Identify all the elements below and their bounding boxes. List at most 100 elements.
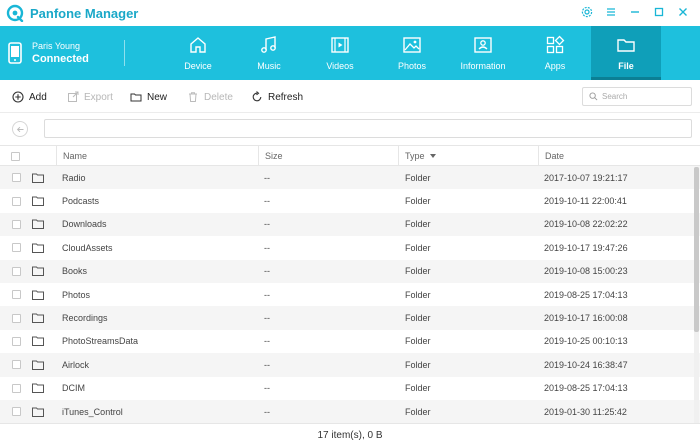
- file-size: --: [264, 289, 270, 300]
- column-header-name[interactable]: Name: [56, 146, 258, 166]
- delete-label: Delete: [204, 91, 233, 103]
- back-button[interactable]: [12, 121, 28, 137]
- file-size: --: [264, 266, 270, 277]
- table-row[interactable]: Books -- Folder 2019-10-08 15:00:23: [0, 259, 700, 283]
- row-checkbox[interactable]: [12, 219, 21, 229]
- minimize-icon: [631, 11, 639, 13]
- tab-label: Photos: [397, 61, 427, 71]
- row-checkbox[interactable]: [12, 173, 21, 183]
- close-button[interactable]: [674, 3, 692, 21]
- file-date: 2019-01-30 11:25:42: [544, 406, 627, 417]
- file-name: Airlock: [62, 359, 90, 370]
- table-row[interactable]: Podcasts -- Folder 2019-10-11 22:00:41: [0, 189, 700, 212]
- row-checkbox[interactable]: [12, 336, 21, 346]
- file-name: CloudAssets: [62, 242, 113, 253]
- minimize-button[interactable]: [626, 3, 644, 21]
- tab-information[interactable]: Information: [448, 26, 518, 80]
- row-icon-cell: [32, 283, 44, 306]
- row-checkbox[interactable]: [12, 266, 21, 276]
- tab-videos[interactable]: Videos: [305, 26, 375, 80]
- folder-icon: [32, 383, 44, 394]
- vertical-scrollbar[interactable]: [694, 167, 699, 423]
- path-input[interactable]: [44, 119, 692, 138]
- table-row[interactable]: Radio -- Folder 2017-10-07 19:21:17: [0, 166, 700, 190]
- tab-photos[interactable]: Photos: [377, 26, 447, 80]
- row-checkbox[interactable]: [12, 407, 21, 417]
- file-date: 2019-10-25 00:10:13: [544, 336, 628, 347]
- film-icon: [331, 37, 349, 53]
- table-row[interactable]: PhotoStreamsData -- Folder 2019-10-25 00:10…: [0, 330, 700, 353]
- folder-icon: [32, 173, 44, 183]
- row-checkbox[interactable]: [12, 313, 21, 323]
- select-all-checkbox[interactable]: [11, 151, 20, 161]
- table-row[interactable]: CloudAssets -- Folder 2019-10-17 19:47:26: [0, 236, 700, 259]
- tab-device[interactable]: Device: [163, 26, 233, 80]
- search-input[interactable]: [602, 92, 690, 101]
- scrollbar-thumb[interactable]: [694, 167, 699, 332]
- file-date: 2019-08-25 17:04:13: [544, 289, 628, 300]
- trash-icon: [189, 92, 197, 102]
- file-name: Radio: [62, 172, 86, 183]
- folder-icon: [32, 243, 44, 253]
- search-icon: [589, 92, 598, 101]
- app-title: Panfone Manager: [30, 5, 139, 21]
- file-size: --: [264, 219, 270, 230]
- file-size: --: [264, 359, 270, 370]
- column-header-type[interactable]: Type: [398, 146, 538, 166]
- row-checkbox[interactable]: [12, 196, 21, 206]
- row-icon-cell: [32, 377, 44, 400]
- column-header-date[interactable]: Date: [538, 146, 694, 166]
- file-type: Folder: [405, 359, 431, 370]
- file-name: Recordings: [62, 313, 108, 324]
- arrow-left-icon: [16, 126, 23, 132]
- add-button[interactable]: Add: [12, 91, 47, 103]
- row-checkbox[interactable]: [12, 383, 21, 393]
- folder-icon: [32, 360, 44, 370]
- device-status: Connected: [32, 53, 89, 65]
- device-info[interactable]: Paris Young Connected: [8, 26, 89, 80]
- row-checkbox[interactable]: [12, 360, 21, 370]
- folder-icon: [32, 407, 44, 417]
- delete-button[interactable]: Delete: [187, 91, 233, 103]
- folder-icon: [32, 313, 44, 324]
- tab-music[interactable]: Music: [234, 26, 304, 80]
- file-date: 2019-10-08 15:00:23: [544, 266, 628, 277]
- file-size: --: [264, 242, 270, 253]
- app-logo-icon: [6, 4, 24, 22]
- maximize-button[interactable]: [650, 3, 668, 21]
- tab-apps[interactable]: Apps: [520, 26, 590, 80]
- main-nav-bar: Paris Young Connected Device Music Video…: [0, 26, 700, 80]
- file-name: PhotoStreamsData: [62, 336, 139, 347]
- table-row[interactable]: DCIM -- Folder 2019-08-25 17:04:13: [0, 377, 700, 400]
- file-type: Folder: [405, 266, 431, 277]
- refresh-icon: [252, 91, 262, 102]
- new-folder-button[interactable]: New: [130, 91, 167, 103]
- new-label: New: [147, 91, 168, 103]
- table-row[interactable]: Photos -- Folder 2019-08-25 17:04:13: [0, 283, 700, 306]
- tab-label: Videos: [326, 61, 354, 71]
- file-name: DCIM: [62, 383, 85, 394]
- row-checkbox[interactable]: [12, 290, 21, 300]
- folder-icon: [32, 266, 44, 277]
- table-row[interactable]: Recordings -- Folder 2019-10-17 16:00:08: [0, 306, 700, 330]
- folder-icon: [32, 290, 44, 300]
- row-checkbox[interactable]: [12, 243, 21, 253]
- column-header-size[interactable]: Size: [258, 146, 398, 166]
- settings-button[interactable]: [578, 3, 596, 21]
- phone-icon: [8, 42, 22, 64]
- file-date: 2019-10-17 16:00:08: [544, 313, 628, 324]
- table-row[interactable]: Airlock -- Folder 2019-10-24 16:38:47: [0, 353, 700, 377]
- refresh-button[interactable]: Refresh: [251, 91, 303, 103]
- row-checkbox-cell: [12, 377, 21, 400]
- table-row[interactable]: iTunes_Control -- Folder 2019-01-30 11:25:4…: [0, 400, 700, 423]
- export-button[interactable]: Export: [67, 91, 113, 103]
- table-row[interactable]: Downloads -- Folder 2019-10-08 22:02:22: [0, 212, 700, 237]
- file-date: 2019-10-08 22:02:22: [544, 219, 628, 230]
- row-checkbox-cell: [12, 260, 21, 283]
- search-box[interactable]: [582, 87, 692, 106]
- row-checkbox-cell: [12, 236, 21, 259]
- menu-button[interactable]: [602, 3, 620, 21]
- tab-file[interactable]: File: [591, 26, 661, 80]
- file-size: --: [264, 313, 270, 324]
- file-date: 2019-10-24 16:38:47: [544, 359, 628, 370]
